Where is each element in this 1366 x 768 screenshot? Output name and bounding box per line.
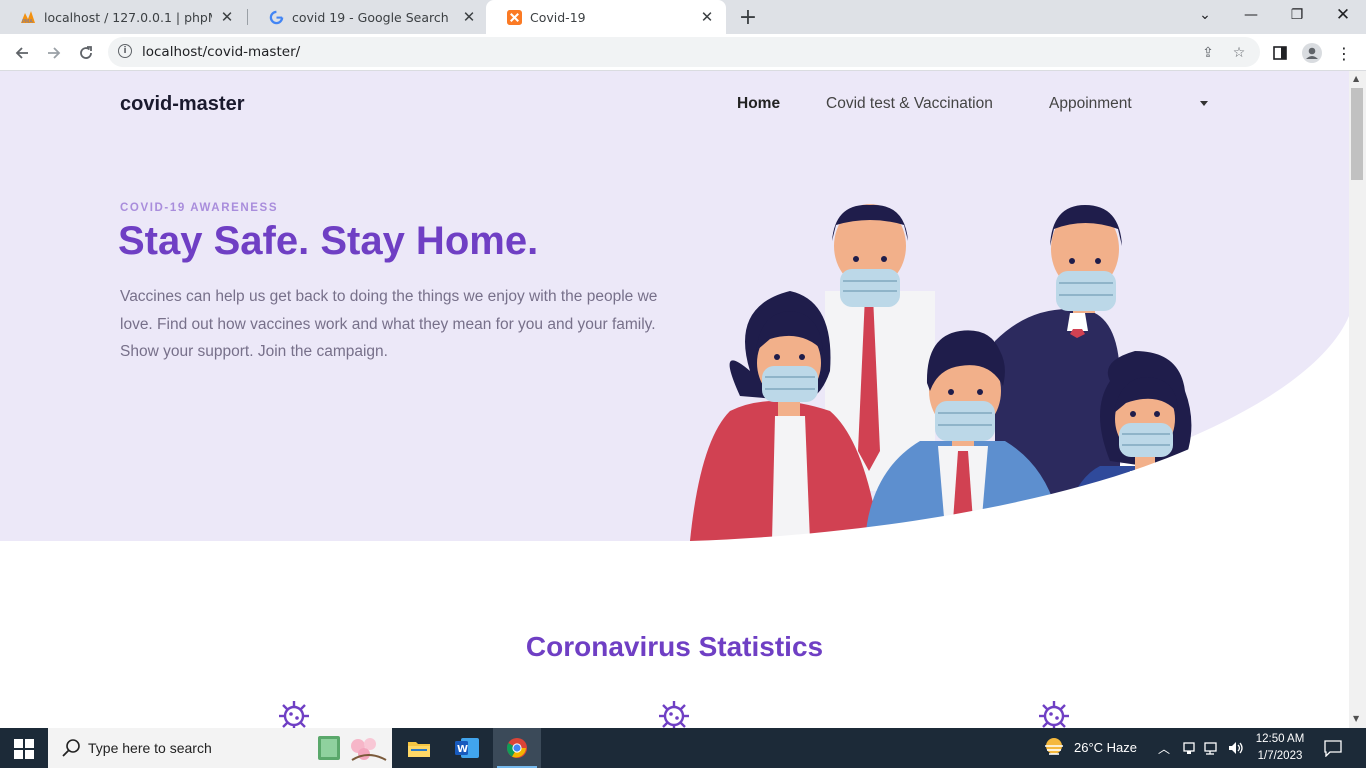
clock-time: 12:50 AM [1255, 733, 1305, 745]
masked-people-illustration [690, 204, 1230, 541]
chrome-icon[interactable] [493, 728, 541, 768]
site-brand[interactable]: covid-master [120, 93, 245, 116]
minimize-button[interactable]: — [1228, 0, 1274, 30]
network-devices-icon[interactable] [1182, 741, 1196, 755]
browser-tab-strip: PMA localhost / 127.0.0.1 | phpMyAdm ✕ c… [0, 0, 1366, 34]
hero-eyebrow: COVID-19 AWARENESS [120, 202, 279, 214]
notification-center-icon[interactable] [1324, 739, 1342, 757]
nav-appointment[interactable]: Appoinment [1049, 95, 1132, 113]
phpmyadmin-icon: PMA [20, 9, 36, 25]
search-highlight-icon [318, 736, 387, 761]
network-icon[interactable] [1204, 741, 1220, 755]
page-scrollbar[interactable]: ▲ ▼ [1349, 71, 1366, 728]
hero-headline: Stay Safe. Stay Home. [118, 219, 539, 263]
weather-haze-icon[interactable] [1042, 736, 1066, 760]
close-window-button[interactable]: ✕ [1320, 0, 1366, 30]
share-icon[interactable]: ⇪ [1198, 43, 1218, 63]
virus-icon [279, 701, 309, 728]
google-icon [268, 9, 284, 25]
page-viewport: covid-master Home Covid test & Vaccinati… [0, 71, 1349, 728]
address-bar[interactable]: i localhost/covid-master/ ⇪ ☆ [108, 37, 1260, 67]
reload-button[interactable] [72, 39, 100, 67]
tab-title: localhost / 127.0.0.1 | phpMyAdm [44, 9, 212, 25]
windows-taskbar: Type here to search W 26°C Haze ︿ 12:50 … [0, 728, 1366, 768]
close-tab-icon[interactable]: ✕ [698, 8, 716, 26]
bookmark-star-icon[interactable]: ☆ [1229, 43, 1249, 63]
close-tab-icon[interactable]: ✕ [460, 8, 478, 26]
restore-button[interactable]: ❐ [1274, 0, 1320, 30]
virus-icon [659, 701, 689, 728]
tab-covid-19[interactable]: Covid-19 ✕ [486, 0, 726, 34]
search-placeholder: Type here to search [88, 740, 212, 756]
word-icon[interactable]: W [443, 728, 491, 768]
nav-home[interactable]: Home [737, 95, 780, 113]
scroll-down-arrow-icon[interactable]: ▼ [1353, 714, 1359, 723]
url-text: localhost/covid-master/ [142, 44, 301, 60]
virus-icon [1039, 701, 1069, 728]
side-panel-icon[interactable] [1266, 39, 1294, 67]
weather-text[interactable]: 26°C Haze [1074, 740, 1137, 755]
tab-title: Covid-19 [530, 9, 586, 25]
taskbar-clock[interactable]: 12:50 AM 1/7/2023 [1250, 731, 1310, 765]
file-explorer-icon[interactable] [395, 728, 443, 768]
browser-menu-icon[interactable]: ⋮ [1330, 39, 1358, 67]
hero-description: Vaccines can help us get back to doing t… [120, 288, 658, 360]
volume-icon[interactable] [1228, 741, 1244, 755]
hero-section: covid-master Home Covid test & Vaccinati… [0, 71, 1349, 541]
statistics-heading: Coronavirus Statistics [525, 631, 824, 662]
windows-start-icon[interactable] [14, 739, 34, 759]
show-hidden-icons-icon[interactable]: ︿ [1158, 740, 1170, 757]
browser-toolbar: i localhost/covid-master/ ⇪ ☆ ⋮ [0, 34, 1366, 71]
back-button[interactable] [8, 39, 36, 67]
tab-title: covid 19 - Google Search [292, 9, 449, 25]
scroll-up-arrow-icon[interactable]: ▲ [1353, 74, 1359, 83]
search-icon [62, 739, 80, 757]
tab-phpmyadmin[interactable]: PMA localhost / 127.0.0.1 | phpMyAdm ✕ [0, 0, 246, 34]
tab-google-search[interactable]: covid 19 - Google Search ✕ [248, 0, 488, 34]
new-tab-button[interactable]: + [736, 5, 760, 30]
svg-text:PMA: PMA [22, 19, 33, 24]
taskbar-search-box[interactable]: Type here to search [48, 728, 392, 768]
profile-avatar-icon[interactable] [1298, 39, 1326, 67]
clock-date: 1/7/2023 [1257, 750, 1303, 762]
xampp-icon [506, 9, 522, 25]
site-info-icon[interactable]: i [118, 44, 132, 58]
close-tab-icon[interactable]: ✕ [218, 8, 236, 26]
forward-button[interactable] [40, 39, 68, 67]
svg-text:W: W [457, 744, 468, 755]
tab-search-icon[interactable]: ⌄ [1182, 0, 1228, 30]
dropdown-caret-icon[interactable] [1200, 101, 1208, 106]
nav-covid-test[interactable]: Covid test & Vaccination [826, 95, 993, 113]
scrollbar-thumb[interactable] [1351, 88, 1363, 180]
